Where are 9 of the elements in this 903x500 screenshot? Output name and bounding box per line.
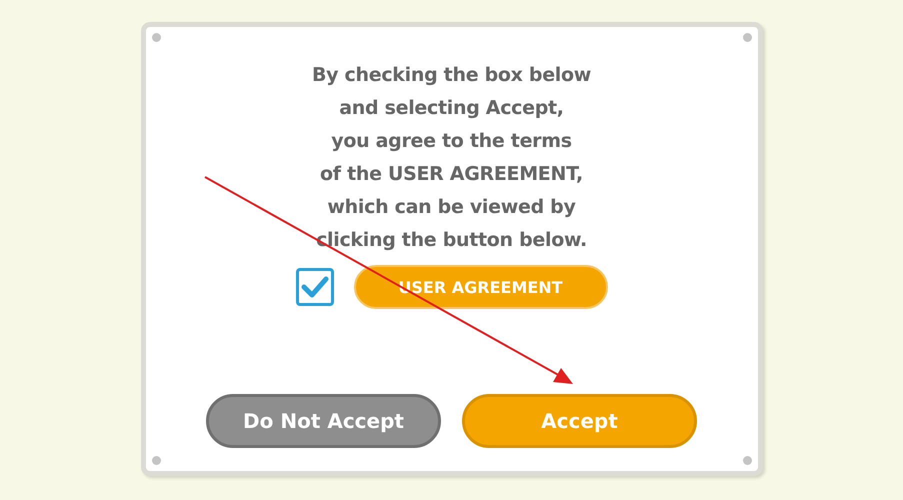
corner-dot-icon: [152, 456, 160, 465]
agree-checkbox[interactable]: [296, 268, 334, 306]
corner-dot-icon: [742, 33, 752, 42]
agreement-message: By checking the box below and selecting Accept, you agree to the terms of the USER AGREEMENT, which can be viewed by clicking the button below.: [312, 63, 592, 253]
corner-dot-icon: [152, 33, 160, 42]
accept-button[interactable]: Accept: [462, 394, 697, 448]
decline-button[interactable]: Do Not Accept: [206, 394, 441, 448]
user-agreement-button[interactable]: USER AGREEMENT: [354, 265, 608, 309]
corner-dot-icon: [742, 456, 752, 465]
